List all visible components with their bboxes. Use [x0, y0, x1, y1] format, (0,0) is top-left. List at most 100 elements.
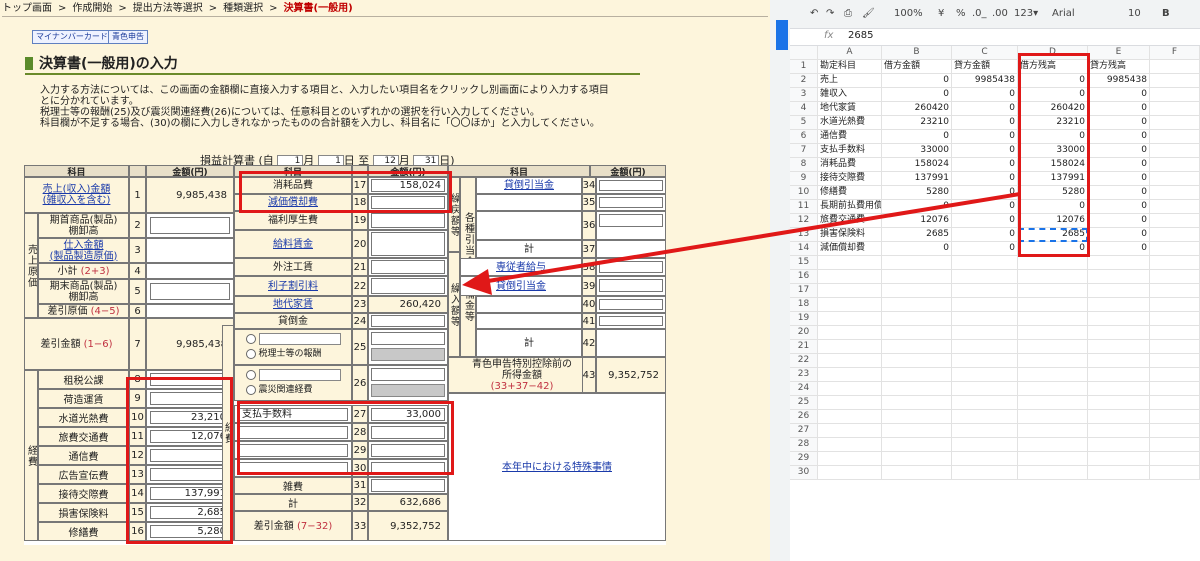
sheet-cell[interactable]: 0 — [952, 88, 1018, 102]
sheet-cell[interactable]: 減価償却費 — [818, 242, 882, 256]
row-header[interactable]: 30 — [790, 466, 818, 480]
sheet-cell[interactable] — [952, 270, 1018, 284]
row-header[interactable]: 23 — [790, 368, 818, 382]
sheet-cell[interactable]: 0 — [882, 200, 952, 214]
sheet-cell[interactable] — [1088, 354, 1150, 368]
sheet-cell[interactable] — [1018, 368, 1088, 382]
sheet-cell[interactable] — [1150, 340, 1200, 354]
sheet-cell[interactable]: 0 — [1088, 172, 1150, 186]
sheet-cell[interactable]: 9985438 — [1088, 74, 1150, 88]
reserve-input[interactable] — [599, 214, 663, 227]
column-header[interactable]: A — [818, 46, 882, 60]
sheet-cell[interactable] — [952, 466, 1018, 480]
row-header[interactable]: 8 — [790, 158, 818, 172]
option-26-input[interactable] — [371, 368, 445, 381]
blue-return-button[interactable]: 青色申告 — [108, 30, 148, 44]
custom-expense-value-input[interactable]: 33,000 — [371, 408, 445, 421]
sheet-cell[interactable]: 33000 — [882, 144, 952, 158]
sheet-cell[interactable]: 0 — [1018, 242, 1088, 256]
my-number-card-button[interactable]: マイナンバーカード — [32, 30, 112, 44]
sheet-cell[interactable] — [1088, 424, 1150, 438]
sheet-cell[interactable]: 勘定科目 — [818, 60, 882, 74]
sheet-cell[interactable]: 12076 — [1018, 214, 1088, 228]
sheet-cell[interactable] — [882, 256, 952, 270]
sheet-cell[interactable]: 接待交際費 — [818, 172, 882, 186]
sheet-cell[interactable] — [1018, 326, 1088, 340]
purchase-link[interactable]: 仕入金額 (製品製造原価) — [50, 240, 118, 262]
sheet-cell[interactable] — [1150, 130, 1200, 144]
sheet-cell[interactable]: 0 — [952, 116, 1018, 130]
sheet-cell[interactable] — [818, 298, 882, 312]
sheet-cell[interactable] — [1088, 466, 1150, 480]
row-header[interactable]: 26 — [790, 410, 818, 424]
sheet-cell[interactable]: 修繕費 — [818, 186, 882, 200]
sheet-cell[interactable]: 33000 — [1018, 144, 1088, 158]
reserve-input[interactable] — [599, 180, 663, 191]
sheet-cell[interactable]: 0 — [882, 130, 952, 144]
sheet-cell[interactable]: 0 — [1018, 130, 1088, 144]
breadcrumb-link[interactable]: 作成開始 — [72, 3, 112, 14]
paint-format-icon[interactable]: 🖌 — [862, 8, 875, 19]
expense-input[interactable] — [371, 260, 445, 274]
sheet-cell[interactable] — [1150, 312, 1200, 326]
row-header[interactable]: 15 — [790, 256, 818, 270]
sheet-cell[interactable] — [882, 452, 952, 466]
redo-icon[interactable]: ↷ — [826, 8, 834, 19]
sheet-cell[interactable]: 23210 — [1018, 116, 1088, 130]
radio-button[interactable] — [245, 384, 256, 395]
sheet-cell[interactable]: 借方残高 — [1018, 60, 1088, 74]
expense-input[interactable] — [371, 232, 445, 256]
radio-button[interactable] — [245, 369, 256, 380]
column-header[interactable]: B — [882, 46, 952, 60]
sheet-cell[interactable] — [1150, 298, 1200, 312]
sheet-cell[interactable] — [952, 284, 1018, 298]
column-header[interactable]: F — [1150, 46, 1200, 60]
row-header[interactable]: 3 — [790, 88, 818, 102]
sheet-cell[interactable] — [818, 368, 882, 382]
sheet-cell[interactable]: 260420 — [1018, 102, 1088, 116]
undo-icon[interactable]: ↶ — [810, 8, 818, 19]
custom-expense-value-input[interactable] — [371, 462, 445, 475]
breadcrumb-link[interactable]: 種類選択 — [223, 3, 263, 14]
currency-format-button[interactable]: ¥ — [938, 8, 944, 19]
reserve-input[interactable] — [599, 261, 663, 273]
formula-value[interactable]: 2685 — [848, 30, 873, 41]
sheet-cell[interactable] — [882, 326, 952, 340]
sheet-cell[interactable]: 売上 — [818, 74, 882, 88]
sheets-tab-icon[interactable] — [776, 20, 788, 50]
sheet-cell[interactable] — [1150, 382, 1200, 396]
sheet-cell[interactable] — [1150, 270, 1200, 284]
sheet-cell[interactable] — [1150, 466, 1200, 480]
sheet-cell[interactable]: 0 — [882, 88, 952, 102]
sheet-cell[interactable] — [952, 396, 1018, 410]
misc-input[interactable] — [371, 479, 445, 492]
row-header[interactable]: 17 — [790, 284, 818, 298]
row-header[interactable]: 1 — [790, 60, 818, 74]
sheet-cell[interactable]: 支払手数料 — [818, 144, 882, 158]
reserve-input[interactable] — [599, 279, 663, 292]
sheet-cell[interactable] — [1150, 172, 1200, 186]
breadcrumb-link[interactable]: 提出方法等選択 — [133, 3, 203, 14]
sheet-cell[interactable] — [1150, 396, 1200, 410]
expense-link[interactable]: 減価償却費 — [268, 197, 318, 208]
sheet-cell[interactable] — [1088, 410, 1150, 424]
sheet-cell[interactable] — [1018, 452, 1088, 466]
row-header[interactable]: 11 — [790, 200, 818, 214]
sheet-cell[interactable] — [1088, 326, 1150, 340]
expense-input[interactable]: 5,280 — [150, 525, 230, 538]
sheet-cell[interactable] — [1150, 354, 1200, 368]
sheet-cell[interactable] — [818, 424, 882, 438]
sheet-cell[interactable] — [952, 368, 1018, 382]
sheet-cell[interactable] — [1088, 312, 1150, 326]
row-header[interactable]: 4 — [790, 102, 818, 116]
sheet-cell[interactable]: 0 — [1088, 228, 1150, 242]
expense-input[interactable] — [371, 213, 445, 228]
sheet-cell[interactable] — [1018, 340, 1088, 354]
sheet-cell[interactable] — [1018, 424, 1088, 438]
row-header[interactable]: 18 — [790, 298, 818, 312]
reserve-link[interactable]: 専従者給与 — [496, 262, 546, 273]
sheet-cell[interactable] — [818, 354, 882, 368]
row-header[interactable]: 27 — [790, 424, 818, 438]
row-header[interactable]: 12 — [790, 214, 818, 228]
sheet-cell[interactable]: 0 — [1088, 116, 1150, 130]
